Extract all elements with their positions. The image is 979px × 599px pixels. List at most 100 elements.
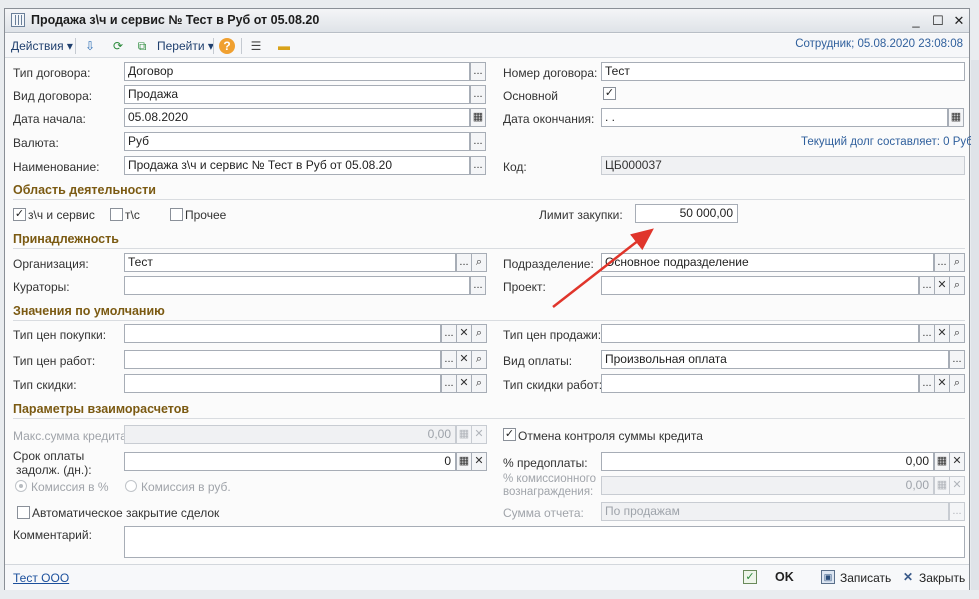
- clear-icon[interactable]: ✕: [949, 476, 965, 495]
- search-icon[interactable]: ⌕: [471, 350, 487, 369]
- select-button[interactable]: ...: [456, 253, 472, 272]
- current-debt-text: Текущий долг составляет: 0 Руб: [801, 136, 973, 148]
- search-icon[interactable]: ⌕: [949, 253, 965, 272]
- comment-field[interactable]: [124, 526, 965, 558]
- select-button[interactable]: ...: [441, 324, 457, 343]
- toolbar-separator: [75, 38, 76, 54]
- commission-rub-label: Комиссия в руб.: [141, 480, 231, 494]
- spare-parts-checkbox[interactable]: ✓: [13, 208, 26, 221]
- clear-icon[interactable]: ✕: [471, 452, 487, 471]
- select-button[interactable]: ...: [470, 276, 486, 295]
- select-button[interactable]: ...: [949, 502, 965, 521]
- select-button[interactable]: ...: [470, 62, 486, 81]
- folder-icon[interactable]: ▬: [275, 37, 293, 55]
- code-field[interactable]: ЦБ000037: [601, 156, 965, 175]
- contract-kind-field[interactable]: Продажа: [124, 85, 470, 104]
- select-button[interactable]: ...: [470, 132, 486, 151]
- end-date-field[interactable]: . .: [601, 108, 948, 127]
- start-date-field[interactable]: 05.08.2020: [124, 108, 470, 127]
- table-icon[interactable]: ☰: [247, 37, 265, 55]
- start-date-label: Дата начала:: [13, 112, 86, 126]
- contract-number-field[interactable]: Тест: [601, 62, 965, 81]
- commission-percent-radio[interactable]: [15, 480, 27, 492]
- select-button[interactable]: ...: [919, 324, 935, 343]
- main-checkbox[interactable]: ✓: [603, 87, 616, 100]
- save-button[interactable]: Записать: [840, 571, 891, 585]
- report-sum-field[interactable]: По продажам: [601, 502, 949, 521]
- select-button[interactable]: ...: [470, 85, 486, 104]
- employee-info[interactable]: Сотрудник; 05.08.2020 23:08:08: [795, 38, 963, 50]
- clear-icon[interactable]: ✕: [949, 452, 965, 471]
- search-icon[interactable]: ⌕: [949, 324, 965, 343]
- work-price-type-field[interactable]: [124, 350, 441, 369]
- clear-icon[interactable]: ✕: [934, 276, 950, 295]
- payment-type-field[interactable]: Произвольная оплата: [601, 350, 949, 369]
- ok-button[interactable]: OK: [775, 570, 794, 584]
- currency-field[interactable]: Руб: [124, 132, 470, 151]
- commission-reward-field[interactable]: 0,00: [601, 476, 934, 495]
- help-icon[interactable]: ?: [219, 38, 235, 54]
- clear-icon[interactable]: ✕: [456, 350, 472, 369]
- clear-icon[interactable]: ✕: [456, 374, 472, 393]
- select-button[interactable]: ...: [441, 374, 457, 393]
- calendar-icon[interactable]: ▦: [948, 108, 964, 127]
- minimize-button[interactable]: _: [907, 12, 925, 30]
- contract-type-field[interactable]: Договор: [124, 62, 470, 81]
- organization-field[interactable]: Тест: [124, 253, 456, 272]
- department-field[interactable]: Основное подразделение: [601, 253, 934, 272]
- search-icon[interactable]: ⌕: [471, 374, 487, 393]
- clear-icon[interactable]: ✕: [934, 374, 950, 393]
- auto-close-checkbox[interactable]: [17, 506, 30, 519]
- defaults-section-title: Значения по умолчанию: [13, 304, 165, 318]
- commission-rub-radio[interactable]: [125, 480, 137, 492]
- purchase-limit-field[interactable]: 50 000,00: [635, 204, 738, 223]
- sale-price-type-field[interactable]: [601, 324, 919, 343]
- clear-icon[interactable]: ✕: [471, 425, 487, 444]
- search-icon[interactable]: ⌕: [471, 324, 487, 343]
- calculator-icon[interactable]: ▦: [934, 452, 950, 471]
- maximize-button[interactable]: ☐: [929, 12, 947, 30]
- purchase-price-type-field[interactable]: [124, 324, 441, 343]
- name-field[interactable]: Продажа з\ч и сервис № Тест в Руб от 05.…: [124, 156, 470, 175]
- select-button[interactable]: ...: [934, 253, 950, 272]
- calculator-icon[interactable]: ▦: [934, 476, 950, 495]
- max-credit-field[interactable]: 0,00: [124, 425, 456, 444]
- vehicles-checkbox[interactable]: [110, 208, 123, 221]
- search-icon[interactable]: ⌕: [949, 276, 965, 295]
- close-icon[interactable]: ✕: [903, 570, 913, 584]
- work-discount-type-field[interactable]: [601, 374, 919, 393]
- other-checkbox[interactable]: [170, 208, 183, 221]
- payment-term-label: Срок оплаты задолж. (дн.):: [13, 449, 92, 477]
- select-button[interactable]: ...: [919, 374, 935, 393]
- calendar-icon[interactable]: ▦: [470, 108, 486, 127]
- select-button[interactable]: ...: [949, 350, 965, 369]
- goto-menu[interactable]: Перейти ▾: [157, 38, 214, 54]
- copy-icon[interactable]: ⧉: [133, 37, 151, 55]
- clear-icon[interactable]: ✕: [934, 324, 950, 343]
- calculator-icon[interactable]: ▦: [456, 425, 472, 444]
- clear-icon[interactable]: ✕: [456, 324, 472, 343]
- organization-link[interactable]: Тест ООО: [13, 571, 69, 585]
- search-icon[interactable]: ⌕: [471, 253, 487, 272]
- calculator-icon[interactable]: ▦: [456, 452, 472, 471]
- cancel-credit-control-checkbox[interactable]: ✓: [503, 428, 516, 441]
- move-down-icon[interactable]: ⇩: [81, 37, 99, 55]
- work-discount-type-label: Тип скидки работ:: [503, 378, 603, 392]
- select-button[interactable]: ...: [919, 276, 935, 295]
- payment-term-field[interactable]: 0: [124, 452, 456, 471]
- actions-menu[interactable]: Действия ▾: [11, 38, 73, 54]
- save-icon[interactable]: ▣: [821, 570, 835, 584]
- curators-field[interactable]: [124, 276, 470, 295]
- search-icon[interactable]: ⌕: [949, 374, 965, 393]
- close-button[interactable]: Закрыть: [919, 571, 965, 585]
- select-button[interactable]: ...: [470, 156, 486, 175]
- project-field[interactable]: [601, 276, 919, 295]
- discount-type-label: Тип скидки:: [13, 378, 77, 392]
- document-check-icon[interactable]: ✓: [743, 570, 757, 584]
- select-button[interactable]: ...: [441, 350, 457, 369]
- spare-parts-label: з\ч и сервис: [28, 208, 95, 222]
- refresh-icon[interactable]: ⟳: [109, 37, 127, 55]
- discount-type-field[interactable]: [124, 374, 441, 393]
- close-window-button[interactable]: ✕: [950, 12, 968, 30]
- prepayment-field[interactable]: 0,00: [601, 452, 934, 471]
